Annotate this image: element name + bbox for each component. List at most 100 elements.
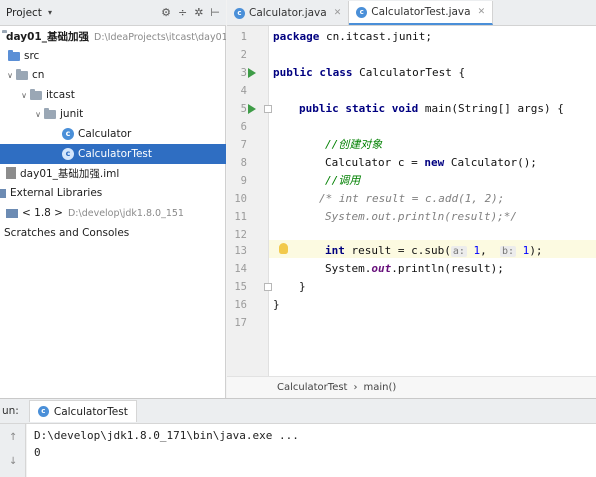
chevron-down-icon[interactable]: ∨ <box>4 71 16 80</box>
fold-icon[interactable] <box>264 283 272 291</box>
tree-item-junit[interactable]: ∨ junit <box>0 104 226 124</box>
class-icon: c <box>234 7 245 19</box>
line-number: 14 <box>234 263 247 275</box>
tree-item-scratches[interactable]: Scratches and Consoles <box>0 223 226 243</box>
tree-item-label: External Libraries <box>10 187 103 199</box>
line-number: 8 <box>240 157 247 169</box>
line-number: 3 <box>240 67 247 79</box>
code-line-10: /* int result = c.add(1, 2); <box>319 192 505 205</box>
libraries-icon <box>0 188 6 198</box>
project-view-selector[interactable]: Project <box>6 7 42 19</box>
code-line-7: //创建对象 <box>325 138 383 151</box>
code-line-11: System.out.println(result);*/ <box>325 210 518 223</box>
line-number: 4 <box>240 85 247 97</box>
run-panel-label: un: <box>2 405 19 417</box>
scroll-up-icon[interactable]: ↑ <box>9 432 17 443</box>
console-line: D:\develop\jdk1.8.0_171\bin\java.exe ... <box>34 429 299 442</box>
run-tab-calculatortest[interactable]: c CalculatorTest <box>28 400 137 422</box>
run-class-icon[interactable] <box>248 68 256 78</box>
line-number: 10 <box>234 193 247 205</box>
tree-item-calculator[interactable]: c Calculator <box>0 124 226 144</box>
tree-item-external-libraries[interactable]: External Libraries <box>0 183 226 203</box>
code-line-3: public class CalculatorTest { <box>273 66 466 79</box>
line-number: 11 <box>234 211 247 223</box>
code-line-5: public static void main(String[] args) { <box>299 102 564 115</box>
tree-item-label: day01_基础加强 <box>6 30 89 43</box>
run-panel-header: un: c CalculatorTest <box>0 398 596 424</box>
run-tab-label: CalculatorTest <box>53 405 128 418</box>
tree-item-path: D:\IdeaProjects\itcast\day01_基础加强 <box>94 32 226 43</box>
class-icon: c <box>62 128 74 140</box>
close-icon[interactable]: ✕ <box>334 8 342 18</box>
tree-item-label: < 1.8 > <box>22 207 63 219</box>
class-icon: c <box>356 6 368 18</box>
code-line-8: Calculator c = new Calculator(); <box>325 156 537 169</box>
tree-item-label: cn <box>32 69 45 81</box>
gear-icon[interactable]: ✲ <box>194 6 203 19</box>
run-method-icon[interactable] <box>248 104 256 114</box>
scroll-down-icon[interactable]: ↓ <box>9 456 17 467</box>
close-icon[interactable]: ✕ <box>478 7 486 17</box>
editor-tab-bar: c Calculator.java ✕ c CalculatorTest.jav… <box>227 0 596 26</box>
breadcrumb-method[interactable]: main() <box>363 382 396 393</box>
line-number: 17 <box>234 317 247 329</box>
jdk-icon <box>6 208 18 218</box>
code-line-13: int result = c.sub(a: 1, b: 1); <box>325 244 543 257</box>
tree-item-itcast[interactable]: ∨ itcast <box>0 85 226 105</box>
tree-item-src[interactable]: src <box>0 46 226 66</box>
tree-item-calculatortest[interactable]: c CalculatorTest <box>0 144 226 164</box>
console-line: 0 <box>34 446 41 459</box>
package-icon <box>30 88 42 100</box>
tab-calculatortest-java[interactable]: c CalculatorTest.java ✕ <box>349 1 494 25</box>
iml-file-icon <box>6 167 16 179</box>
line-number: 13 <box>234 245 247 257</box>
line-number: 15 <box>234 281 247 293</box>
tree-item-label: junit <box>60 108 84 120</box>
tree-item-label: Scratches and Consoles <box>4 227 130 239</box>
code-line-14: System.out.println(result); <box>325 262 504 275</box>
tree-item-path: D:\develop\jdk1.8.0_151 <box>67 207 184 219</box>
tab-calculator-java[interactable]: c Calculator.java ✕ <box>227 1 350 25</box>
tree-item-jdk[interactable]: < 1.8 > D:\develop\jdk1.8.0_151 <box>0 203 226 223</box>
chevron-down-icon[interactable]: ▾ <box>48 8 52 17</box>
chevron-down-icon[interactable]: ∨ <box>18 91 30 100</box>
package-icon <box>16 68 28 80</box>
tree-item-iml[interactable]: day01_基础加强.iml <box>0 163 226 183</box>
code-line-1: package cn.itcast.junit; <box>273 30 432 43</box>
code-line-16: } <box>273 298 280 311</box>
line-number: 9 <box>240 175 247 187</box>
lightbulb-icon[interactable] <box>279 243 288 254</box>
tab-label: CalculatorTest.java <box>371 6 471 18</box>
project-panel-header: Project ▾ ⚙ ÷ ✲ ⊢ <box>0 0 226 26</box>
line-number: 6 <box>240 121 247 133</box>
tree-item-label: itcast <box>46 89 75 101</box>
line-number: 2 <box>240 49 247 61</box>
breadcrumb-class[interactable]: CalculatorTest <box>277 382 347 393</box>
tree-item-label: day01_基础加强.iml <box>20 167 120 180</box>
line-number: 16 <box>234 299 247 311</box>
line-number: 5 <box>240 103 247 115</box>
sync-icon[interactable]: ⚙ <box>161 6 171 19</box>
tree-item-label: src <box>24 50 40 62</box>
tree-item-module[interactable]: day01_基础加强 D:\IdeaProjects\itcast\day01_… <box>0 26 226 46</box>
code-line-9: //调用 <box>325 174 361 187</box>
line-number: 7 <box>240 139 247 151</box>
tab-label: Calculator.java <box>249 7 327 19</box>
class-icon: c <box>62 148 74 160</box>
line-number: 1 <box>240 31 247 43</box>
collapse-icon[interactable]: ÷ <box>178 6 187 19</box>
project-panel: Project ▾ ⚙ ÷ ✲ ⊢ day01_基础加强 D:\IdeaProj… <box>0 0 226 398</box>
run-toolbar: ↑ ↓ <box>0 424 26 477</box>
tree-item-label: Calculator <box>78 128 132 140</box>
code-line-15: } <box>299 280 306 293</box>
breadcrumb: CalculatorTest › main() <box>227 376 596 398</box>
fold-icon[interactable] <box>264 105 272 113</box>
breadcrumb-separator: › <box>353 382 358 393</box>
package-icon <box>44 107 56 119</box>
chevron-down-icon[interactable]: ∨ <box>32 110 44 119</box>
class-icon: c <box>37 406 49 417</box>
tree-item-label: CalculatorTest <box>78 148 152 160</box>
tree-item-cn[interactable]: ∨ cn <box>0 65 226 85</box>
hide-panel-icon[interactable]: ⊢ <box>210 6 220 19</box>
source-folder-icon <box>8 49 20 61</box>
